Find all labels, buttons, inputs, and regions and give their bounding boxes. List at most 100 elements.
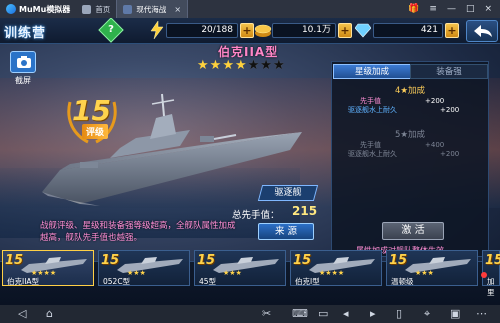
- android-navbar: ◁ ⌂ ✂ ⌨ ▭ ◂ ▸ ▯ ⌖ ▣ ⋯: [0, 305, 500, 323]
- back-button[interactable]: [466, 20, 498, 42]
- ship-info-text: 战舰评级、星级和装备强等级超高，全舰队属性加成越高，舰队先手值也越强。: [40, 221, 236, 243]
- more-icon[interactable]: ⋯: [476, 307, 487, 320]
- menu-icon[interactable]: ≡: [429, 4, 437, 14]
- apk-icon[interactable]: ▣: [450, 307, 460, 320]
- game-viewport: 训练营 ? 20/188 + 10.1万 + 421 + 截屏 伯克IIA型 ★…: [0, 18, 500, 305]
- tab-home-label: 首页: [95, 4, 111, 14]
- maximize-icon[interactable]: □: [466, 4, 475, 14]
- star-empty-icon: ★: [272, 58, 285, 73]
- tab-home[interactable]: 首页: [76, 0, 116, 18]
- star4-bonus-value: +200: [425, 97, 445, 105]
- star-filled-icon: ★: [222, 58, 234, 73]
- screenshot-button[interactable]: [10, 51, 36, 73]
- minimize-icon[interactable]: —: [447, 4, 456, 14]
- back-arrow-icon: [474, 25, 492, 37]
- ship-card-level: 15: [5, 253, 24, 268]
- energy-add-button[interactable]: +: [240, 23, 254, 38]
- star5-bonus-value: +200: [440, 150, 460, 158]
- ship-card-name: 加里: [487, 277, 495, 297]
- emulator-titlebar: MuMu模拟器 首页 现代海战 × 🎁 ≡ — □ ×: [0, 0, 500, 18]
- help-button[interactable]: ?: [98, 18, 124, 43]
- screenshot-label: 截屏: [15, 76, 31, 85]
- fleet-initiative-value: 215: [292, 204, 318, 218]
- ship-type-badge: 驱逐舰: [257, 185, 319, 201]
- ship-card[interactable]: 15★★加里: [482, 250, 500, 297]
- home-icon[interactable]: ⌂: [46, 307, 53, 320]
- emulator-logo-text: MuMu模拟器: [19, 4, 71, 14]
- tab-star-bonus[interactable]: 星级加成: [333, 64, 411, 79]
- ship-card-level: 15: [389, 253, 408, 268]
- screen-icon[interactable]: ▭: [318, 307, 328, 320]
- star5-bonus-value: +400: [425, 141, 445, 149]
- ship-card-level: 15: [101, 253, 120, 268]
- ship-thumbnail-icon: [405, 257, 471, 273]
- gift-icon[interactable]: 🎁: [408, 4, 419, 14]
- star-filled-icon: ★: [209, 58, 222, 73]
- activate-button[interactable]: 激 活: [382, 222, 444, 240]
- back-icon[interactable]: ◁: [18, 307, 26, 320]
- mumu-logo-icon: [6, 4, 16, 14]
- ship-thumbnail-icon: [213, 257, 279, 273]
- tab-game-label: 现代海战: [136, 4, 167, 14]
- ship-thumbnail-icon: [117, 257, 183, 273]
- ship-card-name: 45型: [199, 277, 217, 286]
- ship-card-stars: ★★★★: [319, 269, 345, 277]
- star4-bonus-label: 先手值: [360, 97, 381, 105]
- fleet-initiative-label: 总先手值：: [232, 210, 280, 221]
- ship-card-name: 温顿级: [391, 277, 414, 286]
- help-label: ?: [108, 24, 114, 35]
- tab-equipment-strength[interactable]: 装备强: [410, 64, 488, 79]
- ship-card-name: 052C型: [103, 277, 131, 286]
- star-filled-icon: ★: [197, 58, 209, 73]
- source-button[interactable]: 来 源: [258, 223, 314, 240]
- ship-card-name: 伯克IIA型: [7, 277, 40, 286]
- rating-level: 15: [72, 94, 111, 127]
- ship-card-stars: ★★★: [415, 269, 434, 277]
- game-tab-icon: [123, 4, 133, 14]
- star4-bonus-value: +200: [440, 106, 460, 114]
- window-controls: 🎁 ≡ — □ ×: [408, 4, 500, 14]
- gold-add-button[interactable]: +: [338, 23, 352, 38]
- scissors-icon[interactable]: ✂: [262, 307, 271, 320]
- location-icon[interactable]: ⌖: [424, 307, 430, 321]
- star4-bonus-title: 4★加成: [394, 86, 426, 96]
- coin-icon: [254, 24, 272, 37]
- page-title: 训练营: [4, 26, 47, 41]
- ship-card-level: 15: [293, 253, 312, 268]
- lightning-icon: [150, 21, 164, 39]
- ship-card-name: 伯克I型: [295, 277, 320, 286]
- ship-card[interactable]: 15 ★★★ 45型: [194, 250, 286, 286]
- volume-down-icon[interactable]: ◂: [343, 307, 349, 320]
- ship-card[interactable]: 15 ★★★ 温顿级: [386, 250, 478, 286]
- diamond-add-button[interactable]: +: [445, 23, 459, 38]
- star-filled-icon: ★: [234, 58, 247, 73]
- ship-card[interactable]: 15 ★★★★ 伯克I型: [290, 250, 382, 286]
- gold-value: 10.1万: [272, 23, 336, 38]
- close-tab-icon[interactable]: ×: [174, 5, 181, 14]
- star5-bonus-label: 先手值: [360, 141, 381, 149]
- ship-type-label: 驱逐舰: [274, 188, 302, 198]
- diamond-value: 421: [373, 23, 443, 38]
- star5-bonus-label: 驱逐舰水上耐久: [348, 150, 397, 158]
- game-topbar: 训练营 ? 20/188 + 10.1万 + 421 +: [0, 18, 500, 44]
- close-icon[interactable]: ×: [484, 4, 492, 14]
- camera-icon: [17, 56, 31, 68]
- home-tab-icon: [82, 4, 92, 14]
- rating-label: 评级: [82, 124, 109, 139]
- shake-icon[interactable]: ▯: [396, 307, 402, 320]
- energy-value: 20/188: [166, 23, 238, 38]
- ship-stars: ★ ★ ★ ★ ★ ★ ★: [197, 59, 285, 72]
- ship-card-level: 15: [485, 253, 500, 268]
- diamond-icon: [355, 23, 371, 38]
- ship-card[interactable]: 15 ★★★★ 伯克IIA型: [2, 250, 94, 286]
- star4-bonus-label: 驱逐舰水上耐久: [348, 106, 397, 114]
- star-empty-icon: ★: [247, 58, 260, 73]
- volume-up-icon[interactable]: ▸: [370, 307, 376, 320]
- rating-badge: 15 评级: [64, 90, 120, 146]
- keyboard-icon[interactable]: ⌨: [292, 307, 308, 320]
- notification-dot: [481, 272, 487, 278]
- tab-game[interactable]: 现代海战 ×: [116, 0, 189, 18]
- ship-card[interactable]: 15 ★★★ 052C型: [98, 250, 190, 286]
- ship-card-stars: ★★★: [223, 269, 242, 277]
- star-empty-icon: ★: [260, 58, 272, 73]
